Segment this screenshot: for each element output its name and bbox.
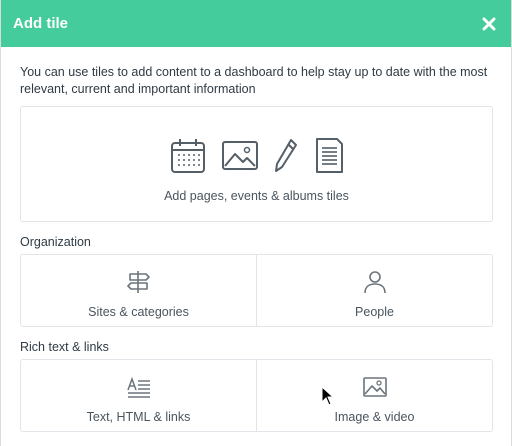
signpost-icon [126, 271, 150, 293]
text-html-links-label: Text, HTML & links [86, 410, 191, 424]
people-tile[interactable]: People [256, 255, 492, 326]
intro-text: You can use tiles to add content to a da… [20, 65, 488, 96]
rich-text-tiles: Text, HTML & links Image & video [20, 359, 493, 432]
image-icon [221, 141, 258, 170]
pages-events-albums-tile[interactable]: Add pages, events & albums tiles [20, 106, 493, 222]
person-icon [363, 271, 386, 294]
hero-label: Add pages, events & albums tiles [164, 189, 349, 203]
mouse-cursor-icon [321, 386, 335, 406]
dialog-title: Add tile [13, 15, 68, 32]
close-button[interactable] [479, 14, 499, 34]
text-html-links-tile[interactable]: Text, HTML & links [21, 360, 256, 431]
image-video-label: Image & video [334, 410, 415, 424]
organization-tiles: Sites & categories People [20, 254, 493, 327]
document-icon [315, 138, 343, 173]
image-video-tile[interactable]: Image & video [256, 360, 492, 431]
section-title-organization: Organization [20, 235, 91, 249]
people-label: People [355, 305, 394, 319]
sites-categories-tile[interactable]: Sites & categories [21, 255, 256, 326]
calendar-icon [170, 139, 205, 173]
section-title-rich-text: Rich text & links [20, 340, 109, 354]
text-icon [126, 376, 150, 398]
hero-icons [21, 137, 492, 175]
add-tile-dialog: Add tile You can use tiles to add conten… [0, 0, 512, 446]
sites-categories-label: Sites & categories [88, 305, 189, 319]
pencil-icon [274, 139, 297, 172]
image-icon [362, 377, 387, 397]
dialog-header: Add tile [1, 0, 511, 47]
close-icon [482, 17, 496, 30]
